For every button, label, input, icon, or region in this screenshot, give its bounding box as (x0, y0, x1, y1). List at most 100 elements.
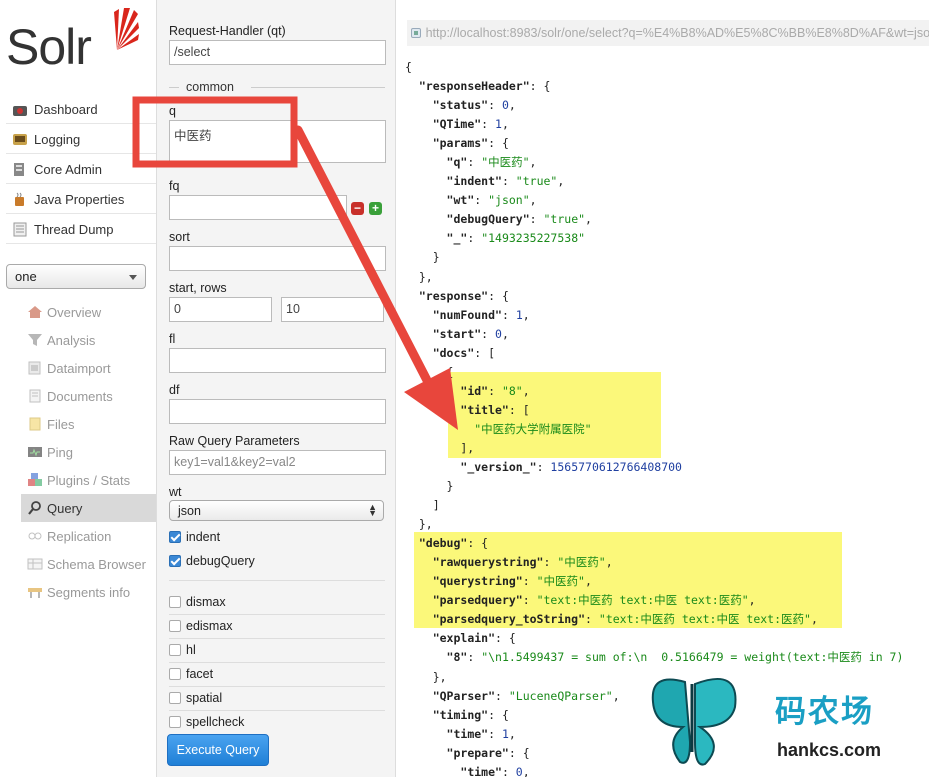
json-punct (405, 708, 433, 722)
common-label: common (183, 80, 237, 94)
json-punct: ], (405, 440, 475, 455)
json-key: "8" (446, 650, 468, 665)
remove-fq-button[interactable]: − (351, 202, 364, 215)
plus-icon: + (371, 201, 379, 215)
nav-dashboard[interactable]: Dashboard (6, 95, 156, 124)
core-menu-segments-info[interactable]: Segments info (21, 578, 156, 606)
debugquery-checkbox[interactable]: debugQuery (169, 554, 255, 568)
solr-sun-icon (114, 8, 139, 50)
json-key: "time" (460, 764, 502, 777)
json-line: ] (405, 496, 903, 515)
core-menu-overview[interactable]: Overview (21, 298, 156, 326)
json-punct: , (522, 307, 530, 322)
json-line: }, (405, 515, 903, 534)
watermark-title: 码农场 (775, 694, 874, 730)
core-menu-documents[interactable]: Documents (21, 382, 156, 410)
json-line: "docs": [ (405, 344, 903, 363)
add-fq-button[interactable]: + (369, 202, 382, 215)
solr-logo[interactable]: Solr (6, 4, 146, 75)
wt-select-value: json (178, 503, 201, 518)
json-punct: : (522, 574, 537, 589)
fq-input[interactable] (169, 195, 347, 220)
sort-input[interactable] (169, 246, 386, 271)
request-handler-label: Request-Handler (qt) (169, 24, 286, 38)
json-punct: : (522, 593, 537, 608)
start-rows-label: start, rows (169, 281, 227, 295)
spatial-checkbox[interactable]: spatial (169, 691, 222, 705)
nav-core-admin[interactable]: Core Admin (6, 155, 156, 184)
wt-select[interactable]: json ▲ ▼ (169, 500, 384, 521)
checkbox-label: spellcheck (186, 715, 245, 729)
sort-label: sort (169, 230, 190, 244)
core-menu-query[interactable]: Query (21, 494, 156, 522)
spellcheck-checkbox[interactable]: spellcheck (169, 715, 244, 729)
magnifier-icon (28, 501, 41, 515)
core-menu-files[interactable]: Files (21, 410, 156, 438)
butterfly-icon (651, 678, 737, 766)
json-punct: : { (467, 536, 489, 551)
json-string: "text:中医药 text:中医 text:医药" (536, 593, 749, 608)
json-punct (405, 593, 433, 607)
core-menu-label: Overview (47, 304, 102, 320)
json-punct (405, 650, 447, 664)
json-punct (405, 193, 447, 207)
core-menu-label: Segments info (47, 584, 131, 600)
core-menu-replication[interactable]: Replication (21, 522, 156, 550)
json-punct: , (585, 212, 592, 227)
json-key: "timing" (432, 707, 489, 722)
core-menu-plugins-stats[interactable]: Plugins / Stats (21, 466, 156, 494)
updown-arrows-icon: ▲ ▼ (368, 502, 377, 518)
json-line: "中医药大学附属医院" (405, 420, 903, 439)
link-icon (411, 28, 421, 38)
json-line: "response": { (405, 287, 903, 306)
json-line: "rawquerystring": "中医药", (405, 553, 903, 572)
json-punct (405, 289, 419, 303)
raw-params-input[interactable]: key1=val1&key2=val2 (169, 450, 386, 475)
json-line: "_": "1493235227538" (405, 229, 903, 248)
execute-query-button[interactable]: Execute Query (167, 734, 269, 766)
json-punct (405, 460, 460, 474)
json-punct: , (605, 555, 613, 570)
indent-checkbox[interactable]: indent (169, 530, 220, 544)
core-menu-schema-browser[interactable]: Schema Browser (21, 550, 156, 578)
core-menu-ping[interactable]: Ping (21, 438, 156, 466)
json-number: 1 (515, 307, 523, 322)
json-punct: } (405, 250, 440, 265)
start-input[interactable]: 0 (169, 297, 272, 322)
core-selector[interactable]: one (6, 264, 146, 289)
nav-java-properties[interactable]: Java Properties (6, 185, 156, 214)
hl-checkbox[interactable]: hl (169, 643, 196, 657)
dismax-checkbox[interactable]: dismax (169, 595, 226, 609)
nav-logging[interactable]: Logging (6, 125, 156, 154)
json-line: "QTime": 1, (405, 115, 903, 134)
json-key: "numFound" (432, 307, 502, 322)
json-punct (405, 136, 433, 150)
json-number: 1565770612766408700 (550, 459, 682, 474)
request-url-link[interactable]: http://localhost:8983/solr/one/select?q=… (407, 20, 929, 46)
request-handler-input[interactable]: /select (169, 40, 386, 65)
edismax-checkbox[interactable]: edismax (169, 619, 233, 633)
json-key: "debug" (418, 536, 468, 551)
json-line: "debug": { (405, 534, 903, 553)
df-input[interactable] (169, 399, 386, 424)
checkbox-box (169, 555, 181, 567)
json-number: 0 (501, 98, 509, 113)
json-key: "title" (460, 402, 509, 417)
core-menu-label: Analysis (47, 332, 96, 348)
json-punct (405, 574, 433, 588)
json-punct (405, 327, 433, 341)
json-punct: { (405, 364, 454, 379)
core-menu-analysis[interactable]: Analysis (21, 326, 156, 354)
nav-thread-dump[interactable]: Thread Dump (6, 215, 156, 244)
fl-input[interactable] (169, 348, 386, 373)
core-menu-dataimport[interactable]: Dataimport (21, 354, 156, 382)
fq-label: fq (169, 179, 180, 193)
json-punct: : { (488, 288, 509, 303)
json-punct (405, 746, 447, 760)
json-punct: , (508, 98, 516, 113)
q-textarea[interactable]: 中医药 (169, 120, 386, 163)
facet-checkbox[interactable]: facet (169, 667, 213, 681)
rows-input[interactable]: 10 (281, 297, 384, 322)
watermark-site: hankcs.com (777, 740, 882, 760)
nav-label: Thread Dump (34, 221, 114, 237)
